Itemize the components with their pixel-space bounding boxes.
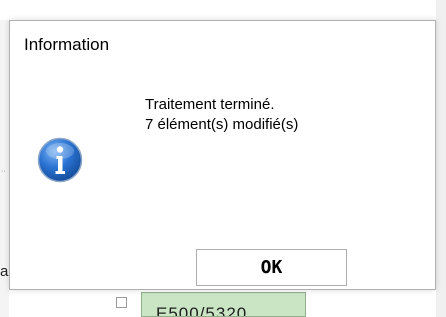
- grid-cell[interactable]: E500/5320: [141, 292, 306, 317]
- dialog-message: Traitement terminé. 7 élément(s) modifié…: [145, 95, 298, 135]
- message-line-status: Traitement terminé.: [145, 96, 275, 113]
- grid-cell-text: E500/5320: [156, 304, 248, 317]
- background-window-edge: [436, 0, 446, 317]
- info-icon: [37, 137, 83, 183]
- screen: ·· a E500/5320 Information Traitement te…: [0, 0, 446, 317]
- ok-button[interactable]: OK: [196, 249, 347, 286]
- row-checkbox[interactable]: [116, 297, 127, 308]
- background-tick-mark: ··: [1, 168, 6, 175]
- dialog-title: Information: [24, 35, 110, 54]
- background-label-fragment: a: [0, 263, 9, 280]
- information-dialog: Information Traitement terminé. 7 élémen…: [9, 20, 436, 290]
- message-line-count: 7 élément(s) modifié(s): [145, 116, 299, 133]
